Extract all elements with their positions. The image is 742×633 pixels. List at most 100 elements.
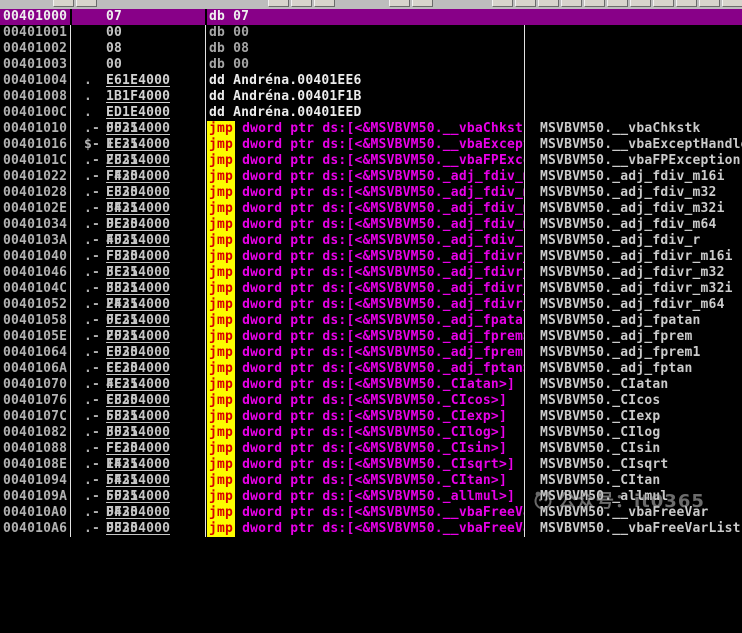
comment-cell: MSVBVM50.__vbaFreeVar xyxy=(540,505,742,521)
disasm-row[interactable]: 0040107C .- FF25 58314000 jmpdword ptr d… xyxy=(0,409,742,425)
hexdump-cell: FF25 38314000 xyxy=(106,281,205,297)
disasm-row[interactable]: 0040101C .- FF25 28314000 jmpdword ptr d… xyxy=(0,153,742,169)
disasm-row[interactable]: 00401028 .- FF25 E8304000 jmpdword ptr d… xyxy=(0,185,742,201)
instruction-text: db 00 xyxy=(209,57,249,73)
analysis-mark: .- xyxy=(84,217,104,233)
address-cell: 0040109A xyxy=(3,489,69,505)
disasm-row[interactable]: 0040102E .- FF25 34314000 jmpdword ptr d… xyxy=(0,201,742,217)
toolbar-button[interactable] xyxy=(53,0,74,7)
disasm-row[interactable]: 00401002 08 db 08 xyxy=(0,41,742,57)
toolbar-button[interactable] xyxy=(268,0,289,7)
disasm-row[interactable]: 0040105E .- FF25 20314000 jmpdword ptr d… xyxy=(0,329,742,345)
disassembly-cell: db 00 xyxy=(207,25,524,41)
toolbar-button[interactable] xyxy=(561,0,582,7)
analysis-mark: $- xyxy=(84,137,104,153)
disasm-row[interactable]: 00401046 .- FF25 3C314000 jmpdword ptr d… xyxy=(0,265,742,281)
disasm-row[interactable]: 0040103A .- FF25 40314000 jmpdword ptr d… xyxy=(0,233,742,249)
toolbar-button[interactable] xyxy=(676,0,697,7)
disasm-row[interactable]: 00401008 . 1B1F4000 dd Andréna.00401F1B xyxy=(0,89,742,105)
toolbar-button[interactable] xyxy=(492,0,513,7)
comment-cell xyxy=(540,9,742,25)
address-cell: 0040104C xyxy=(3,281,69,297)
disasm-row[interactable]: 00401040 .- FF25 F8304000 jmpdword ptr d… xyxy=(0,249,742,265)
disasm-row[interactable]: 0040100C . ED1E4000 dd Andréna.00401EED xyxy=(0,105,742,121)
jmp-mnemonic: jmp xyxy=(207,313,235,329)
toolbar-button[interactable] xyxy=(314,0,335,7)
toolbar-button[interactable] xyxy=(584,0,605,7)
disasm-row[interactable]: 00401094 .- FF25 54314000 jmpdword ptr d… xyxy=(0,473,742,489)
address-cell: 0040102E xyxy=(3,201,69,217)
jmp-mnemonic: jmp xyxy=(207,153,235,169)
jmp-operands: dword ptr ds:[<&MSVBVM50._adj_fprem>] xyxy=(242,329,524,345)
toolbar-button[interactable] xyxy=(630,0,651,7)
disassembly-cell: jmpdword ptr ds:[<&MSVBVM50._adj_fdiv_r>… xyxy=(207,233,524,249)
disasm-row[interactable]: 00401076 .- FF25 C8304000 jmpdword ptr d… xyxy=(0,393,742,409)
fixup-bytes: ED1E4000 xyxy=(106,105,170,121)
toolbar-button[interactable] xyxy=(412,0,433,7)
address-cell: 0040107C xyxy=(3,409,69,425)
disasm-row[interactable]: 00401052 .- FF25 24314000 jmpdword ptr d… xyxy=(0,297,742,313)
toolbar-button[interactable] xyxy=(653,0,674,7)
disasm-row[interactable]: 00401022 .- FF25 F4304000 jmpdword ptr d… xyxy=(0,169,742,185)
toolbar-button[interactable] xyxy=(389,0,410,7)
disasm-row[interactable]: 00401010 .- FF25 00314000 jmpdword ptr d… xyxy=(0,121,742,137)
disasm-row[interactable]: 004010A0 .- FF25 D4304000 jmpdword ptr d… xyxy=(0,505,742,521)
toolbar-button[interactable] xyxy=(76,0,97,7)
disassembly-cell: jmpdword ptr ds:[<&MSVBVM50._CIlog>] xyxy=(207,425,524,441)
disasm-row[interactable]: 00401004 . E61E4000 dd Andréna.00401EE6 xyxy=(0,73,742,89)
toolbar-button[interactable] xyxy=(607,0,628,7)
comment-cell: MSVBVM50._adj_fdiv_m16i xyxy=(540,169,742,185)
hexdump-cell: FF25 D8304000 xyxy=(106,521,205,537)
disasm-row[interactable]: 00401064 .- FF25 E0304000 jmpdword ptr d… xyxy=(0,345,742,361)
instruction-text: db 00 xyxy=(209,25,249,41)
analysis-mark: .- xyxy=(84,281,104,297)
jmp-operands: dword ptr ds:[<&MSVBVM50._CItan>] xyxy=(242,473,507,489)
hexdump-cell: E61E4000 xyxy=(106,73,205,89)
fixup-bytes: 1B1F4000 xyxy=(106,89,170,105)
toolbar-button[interactable] xyxy=(722,0,742,7)
fixup-bytes: 30314000 xyxy=(106,425,170,441)
jmp-mnemonic: jmp xyxy=(207,281,235,297)
disasm-row[interactable]: 00401088 .- FF25 FC304000 jmpdword ptr d… xyxy=(0,441,742,457)
disasm-row[interactable]: 00401016 $- FF25 1C314000 jmpdword ptr d… xyxy=(0,137,742,153)
address-cell: 00401058 xyxy=(3,313,69,329)
hexdump-cell: 08 xyxy=(106,41,205,57)
hexdump-cell: 1B1F4000 xyxy=(106,89,205,105)
address-cell: 0040105E xyxy=(3,329,69,345)
disasm-row[interactable]: 0040108E .- FF25 14314000 jmpdword ptr d… xyxy=(0,457,742,473)
jmp-operands: dword ptr ds:[<&MSVBVM50._adj_fdiv_r>] xyxy=(242,233,524,249)
instruction-text: dd Andréna.00401EED xyxy=(209,105,362,121)
jmp-mnemonic: jmp xyxy=(207,521,235,537)
hexdump-cell: FF25 F8304000 xyxy=(106,249,205,265)
disassembly-cell: jmpdword ptr ds:[<&MSVBVM50._CIatan>] xyxy=(207,377,524,393)
analysis-mark: .- xyxy=(84,409,104,425)
disassembly-pane[interactable]: 00401000 07 db 07 00401001 00 db 00 0040… xyxy=(0,9,742,537)
disasm-row[interactable]: 00401003 00 db 00 xyxy=(0,57,742,73)
toolbar-button[interactable] xyxy=(538,0,559,7)
comment-cell xyxy=(540,41,742,57)
disasm-row[interactable]: 00401082 .- FF25 30314000 jmpdword ptr d… xyxy=(0,425,742,441)
toolbar-button[interactable] xyxy=(291,0,312,7)
disassembly-cell: jmpdword ptr ds:[<&MSVBVM50._CIexp>] xyxy=(207,409,524,425)
comment-cell: MSVBVM50._adj_fdivr_m64 xyxy=(540,297,742,313)
disasm-row[interactable]: 0040104C .- FF25 38314000 jmpdword ptr d… xyxy=(0,281,742,297)
comment-cell: MSVBVM50.__vbaChkstk xyxy=(540,121,742,137)
toolbar-button[interactable] xyxy=(515,0,536,7)
disasm-row[interactable]: 00401001 00 db 00 xyxy=(0,25,742,41)
disasm-row[interactable]: 00401058 .- FF25 0C314000 jmpdword ptr d… xyxy=(0,313,742,329)
disassembly-cell: dd Andréna.00401EED xyxy=(207,105,524,121)
disassembly-cell: db 07 xyxy=(207,9,524,25)
hexdump-cell: FF25 E0304000 xyxy=(106,345,205,361)
disassembly-cell: dd Andréna.00401F1B xyxy=(207,89,524,105)
disasm-row[interactable]: 0040109A .- FF25 50314000 jmpdword ptr d… xyxy=(0,489,742,505)
jmp-mnemonic: jmp xyxy=(207,505,235,521)
fixup-bytes: E8304000 xyxy=(106,185,170,201)
toolbar-button[interactable] xyxy=(699,0,720,7)
analysis-mark: . xyxy=(84,89,104,105)
disasm-row[interactable]: 00401000 07 db 07 xyxy=(0,9,742,25)
disasm-row[interactable]: 00401034 .- FF25 DC304000 jmpdword ptr d… xyxy=(0,217,742,233)
disasm-row[interactable]: 00401070 .- FF25 4C314000 jmpdword ptr d… xyxy=(0,377,742,393)
disasm-row[interactable]: 004010A6 .- FF25 D8304000 jmpdword ptr d… xyxy=(0,521,742,537)
disasm-row[interactable]: 0040106A .- FF25 CC304000 jmpdword ptr d… xyxy=(0,361,742,377)
comment-cell: MSVBVM50._adj_fdiv_m32 xyxy=(540,185,742,201)
